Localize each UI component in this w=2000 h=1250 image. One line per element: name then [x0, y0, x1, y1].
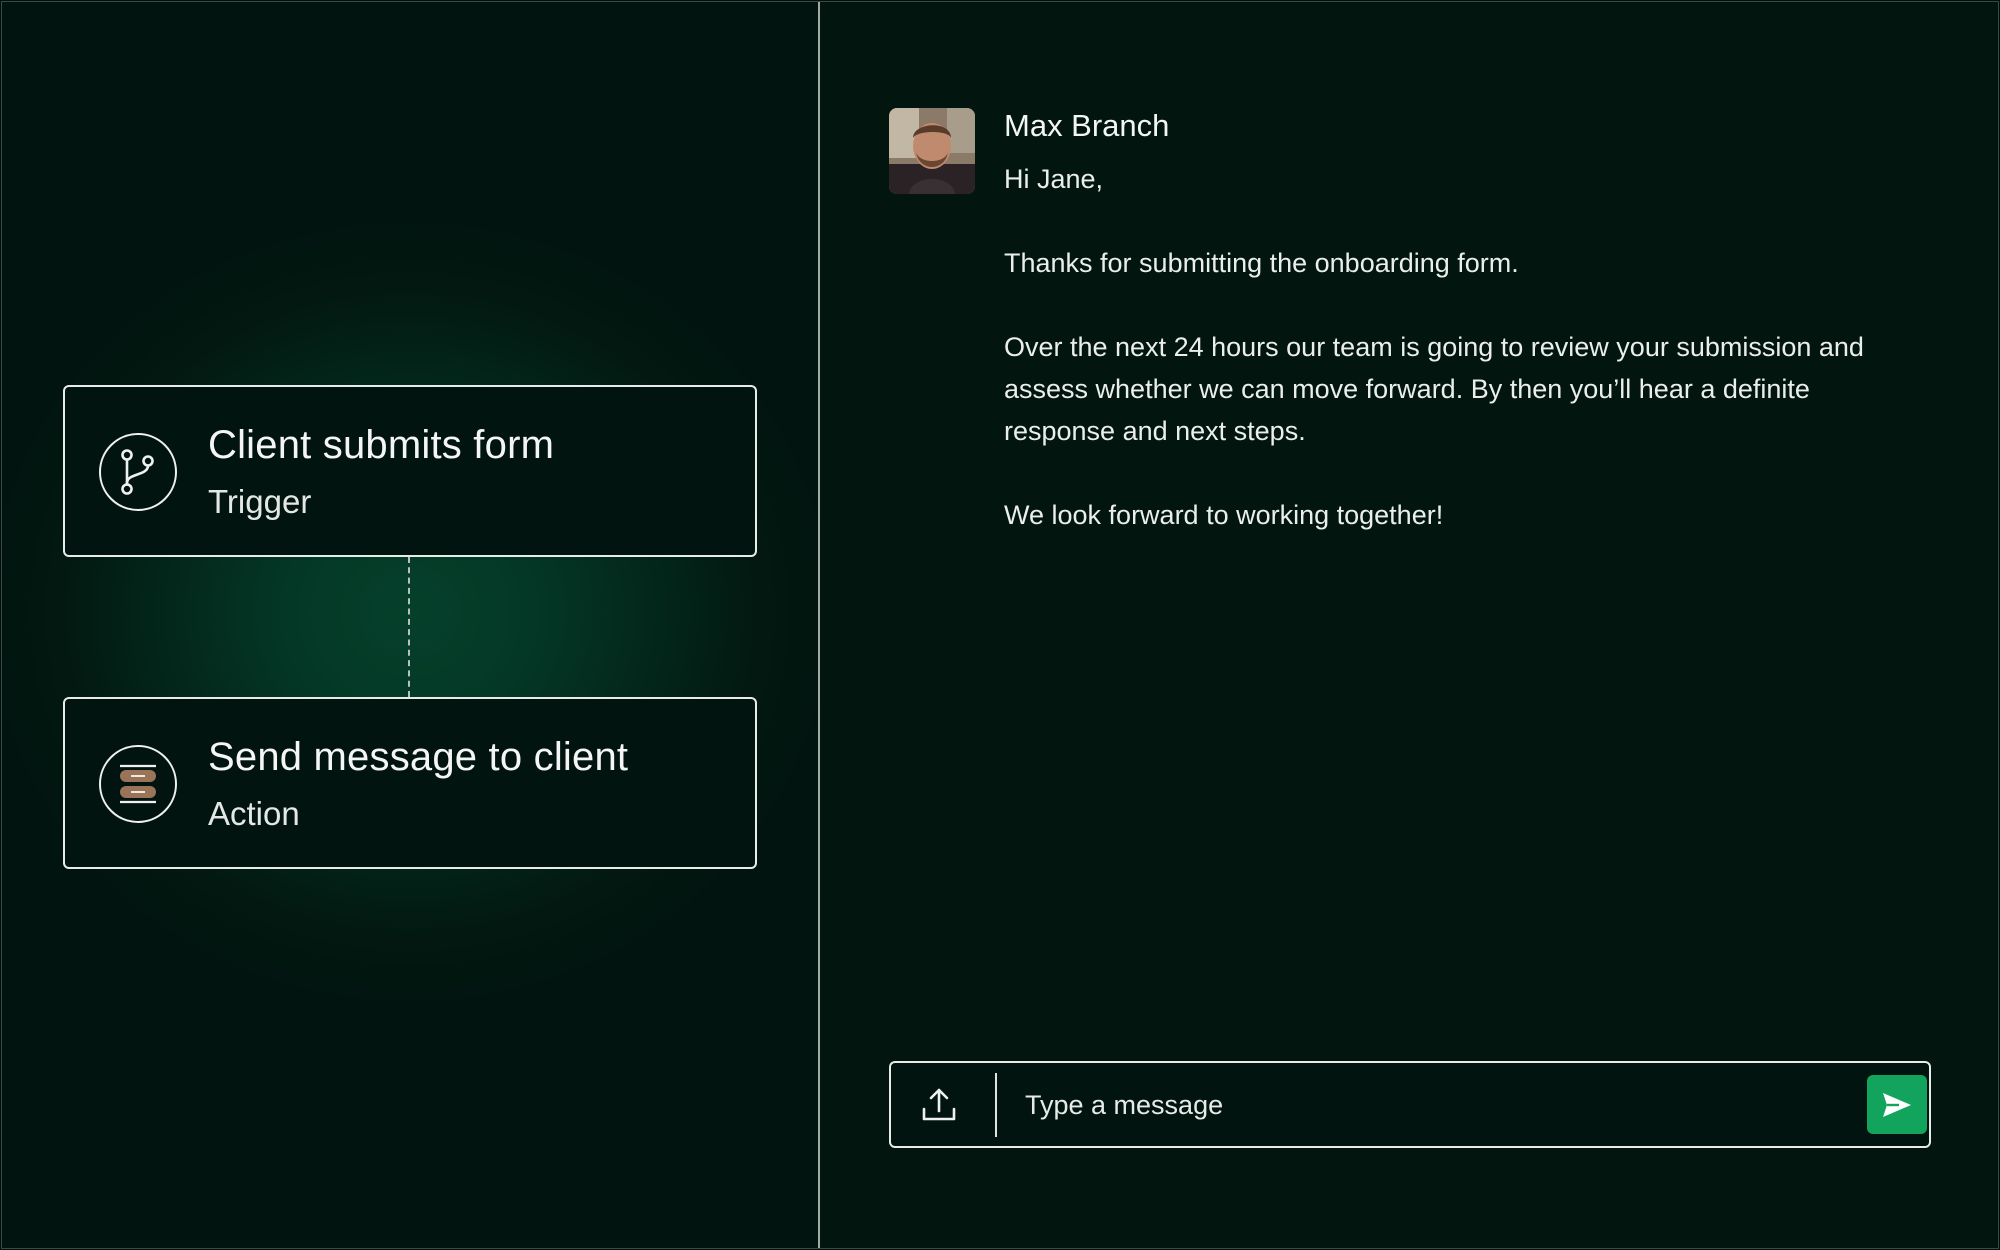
step-title: Client submits form [208, 423, 555, 467]
composer-separator [995, 1073, 997, 1137]
app-frame: Client submits form Trigger Send message… [1, 1, 1999, 1249]
upload-icon[interactable] [919, 1083, 959, 1127]
avatar [889, 108, 975, 194]
step-type: Action [208, 795, 300, 832]
message-line: Over the next 24 hours our team is going… [1004, 332, 1864, 446]
message-composer [889, 1061, 1931, 1148]
git-branch-icon [99, 433, 177, 511]
message-line: We look forward to working together! [1004, 500, 1444, 530]
step-title: Send message to client [208, 735, 629, 779]
step-connector [408, 557, 410, 697]
message-body: Hi Jane, Thanks for submitting the onboa… [1004, 158, 1924, 536]
send-button[interactable] [1867, 1075, 1927, 1134]
workflow-panel: Client submits form Trigger Send message… [2, 2, 818, 1248]
chat-panel: Max Branch Hi Jane, Thanks for submittin… [820, 2, 1998, 1248]
sender-name: Max Branch [1004, 108, 1170, 143]
message-input[interactable] [1025, 1081, 1805, 1129]
send-icon [1883, 1092, 1911, 1117]
step-type: Trigger [208, 483, 312, 520]
message-line: Thanks for submitting the onboarding for… [1004, 248, 1519, 278]
workflow-step-trigger[interactable]: Client submits form Trigger [63, 385, 757, 557]
message-line: Hi Jane, [1004, 164, 1104, 194]
workflow-step-action[interactable]: Send message to client Action [63, 697, 757, 869]
stacked-messages-icon [99, 745, 177, 823]
